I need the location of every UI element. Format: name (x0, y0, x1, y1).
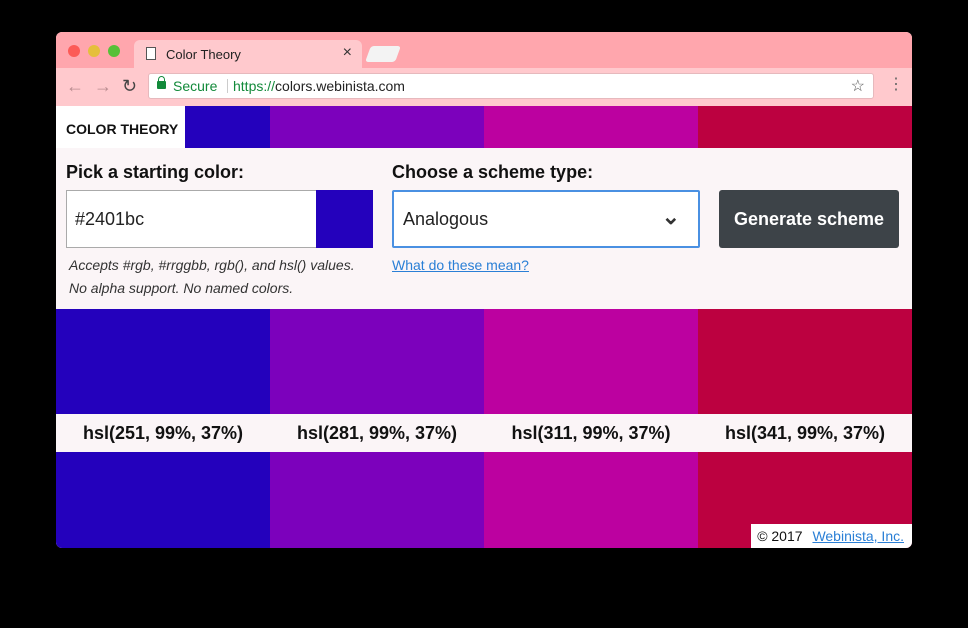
forward-arrow-icon[interactable]: → (94, 77, 112, 95)
swatch-column: hsl(281, 99%, 37%) (270, 309, 484, 548)
header-stripe (484, 106, 698, 148)
scheme-type-select[interactable]: Analogous ⌄ (392, 190, 700, 248)
reload-icon[interactable]: ↻ (122, 77, 137, 95)
swatch-column: hsl(251, 99%, 37%) (56, 309, 270, 548)
page-content: COLOR THEORY Pick a starting color: #240… (56, 106, 912, 548)
address-divider (227, 79, 228, 93)
tab-title: Color Theory (166, 47, 241, 62)
window-minimize-button[interactable] (88, 45, 100, 57)
scheme-selected-value: Analogous (403, 209, 489, 229)
new-tab-button[interactable] (365, 46, 401, 62)
title-bar: Color Theory × (56, 32, 912, 68)
input-hint-secondary: No alpha support. No named colors. (69, 280, 294, 296)
header-bar: COLOR THEORY (56, 106, 912, 148)
swatch-hsl-label: hsl(341, 99%, 37%) (698, 414, 912, 452)
scheme-columns: hsl(251, 99%, 37%) hsl(281, 99%, 37%) hs… (56, 309, 912, 548)
lock-icon (157, 76, 166, 89)
url-text[interactable]: https://colors.webinista.com (233, 78, 405, 94)
tab-close-icon[interactable]: × (343, 44, 352, 62)
header-stripe (185, 106, 270, 148)
bookmark-star-icon[interactable]: ☆ (851, 76, 865, 96)
secure-label: Secure (173, 78, 218, 94)
page-icon (146, 47, 156, 60)
input-hint: Accepts #rgb, #rrggbb, rgb(), and hsl() … (69, 257, 355, 273)
site-title: COLOR THEORY (56, 106, 185, 148)
browser-window: Color Theory × ← → ↻ Secure https://colo… (56, 32, 912, 548)
header-stripe (270, 106, 484, 148)
copyright-text: © 2017 (757, 528, 803, 544)
window-close-button[interactable] (68, 45, 80, 57)
generate-scheme-button[interactable]: Generate scheme (719, 190, 899, 248)
swatch-column: hsl(341, 99%, 37%) (698, 309, 912, 548)
scheme-type-label: Choose a scheme type: (392, 162, 594, 182)
chevron-down-icon: ⌄ (661, 204, 680, 229)
browser-menu-icon[interactable]: ⋮ (888, 76, 904, 94)
url-host: colors.webinista.com (275, 78, 405, 94)
swatch-hsl-label: hsl(251, 99%, 37%) (56, 414, 270, 452)
browser-toolbar: ← → ↻ Secure https://colors.webinista.co… (56, 68, 912, 106)
swatch-column: hsl(311, 99%, 37%) (484, 309, 698, 548)
window-maximize-button[interactable] (108, 45, 120, 57)
header-stripe (698, 106, 912, 148)
browser-tab[interactable]: Color Theory × (134, 40, 362, 68)
back-arrow-icon[interactable]: ← (66, 77, 84, 95)
swatch-hsl-label: hsl(281, 99%, 37%) (270, 414, 484, 452)
color-preview-swatch (316, 190, 373, 248)
url-scheme: https:// (233, 78, 276, 94)
swatch-hsl-label: hsl(311, 99%, 37%) (484, 414, 698, 452)
address-bar[interactable]: Secure https://colors.webinista.com ☆ (148, 73, 874, 99)
footer: © 2017 Webinista, Inc. (751, 524, 912, 548)
scheme-help-link[interactable]: What do these mean? (392, 257, 529, 273)
controls-panel: Pick a starting color: #2401bc Accepts #… (56, 148, 912, 309)
color-input[interactable]: #2401bc (66, 190, 318, 248)
company-link[interactable]: Webinista, Inc. (812, 528, 904, 544)
starting-color-label: Pick a starting color: (66, 162, 245, 182)
